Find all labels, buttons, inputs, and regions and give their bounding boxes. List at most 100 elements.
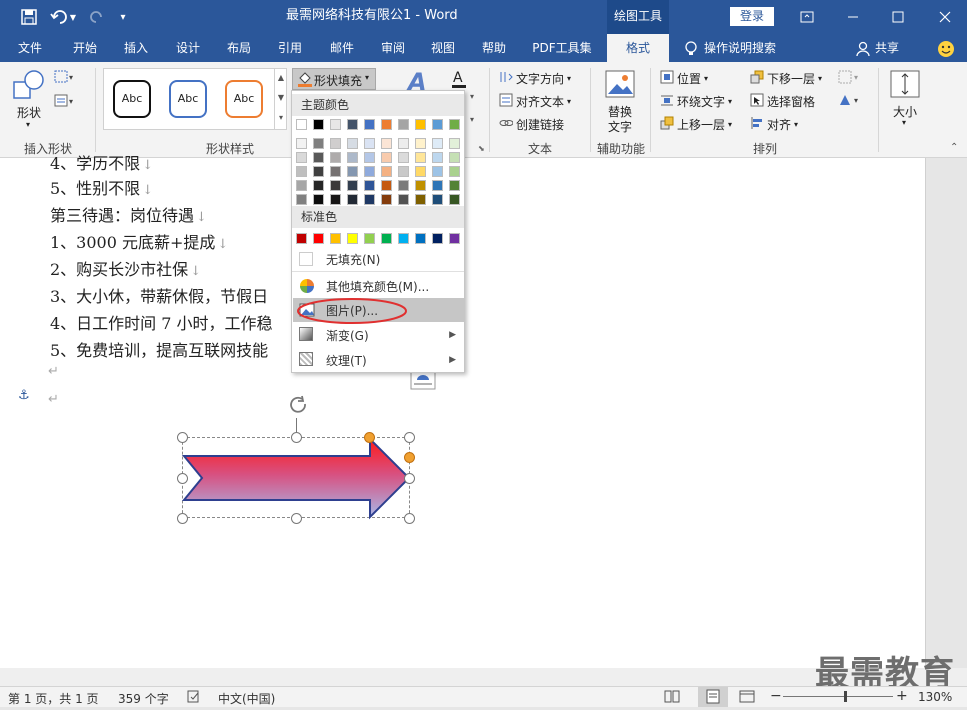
resize-handle-right[interactable] <box>404 473 415 484</box>
read-mode-icon[interactable] <box>664 690 680 706</box>
theme-color-shade-swatch[interactable] <box>296 166 307 177</box>
tab-review[interactable]: 审阅 <box>371 34 415 62</box>
theme-color-shade-swatch[interactable] <box>296 138 307 149</box>
tab-design[interactable]: 设计 <box>166 34 210 62</box>
theme-color-shade-swatch[interactable] <box>415 166 426 177</box>
size-dropdown-icon[interactable]: ▾ <box>902 118 906 127</box>
theme-color-shade-swatch[interactable] <box>364 194 375 205</box>
theme-color-shade-swatch[interactable] <box>449 152 460 163</box>
zoom-in-button[interactable]: + <box>896 688 908 704</box>
theme-color-shade-swatch[interactable] <box>432 152 443 163</box>
resize-handle-bottom[interactable] <box>291 513 302 524</box>
arrow-shape[interactable] <box>180 436 414 522</box>
layout-options-icon[interactable] <box>410 370 436 393</box>
save-icon[interactable] <box>14 0 44 34</box>
theme-color-shade-swatch[interactable] <box>313 166 324 177</box>
resize-handle-top[interactable] <box>291 432 302 443</box>
style-preview-dark[interactable]: Abc <box>113 80 151 118</box>
theme-color-shade-swatch[interactable] <box>313 138 324 149</box>
theme-color-shade-swatch[interactable] <box>381 152 392 163</box>
tab-references[interactable]: 引用 <box>268 34 312 62</box>
zoom-slider-track[interactable] <box>783 696 893 697</box>
smiley-icon[interactable] <box>937 40 955 61</box>
theme-color-shade-swatch[interactable] <box>347 152 358 163</box>
theme-color-shade-swatch[interactable] <box>313 180 324 191</box>
theme-color-shade-swatch[interactable] <box>381 166 392 177</box>
theme-color-shade-swatch[interactable] <box>432 194 443 205</box>
theme-color-shade-swatch[interactable] <box>449 138 460 149</box>
theme-color-swatch[interactable] <box>330 119 341 130</box>
text-box-icon[interactable]: ▾ <box>54 94 76 111</box>
edit-shape-icon[interactable]: ▾ <box>54 70 76 87</box>
theme-color-swatch[interactable] <box>415 119 426 130</box>
theme-color-shade-swatch[interactable] <box>432 166 443 177</box>
standard-color-swatch[interactable] <box>381 233 392 244</box>
theme-color-shade-swatch[interactable] <box>364 166 375 177</box>
web-layout-icon[interactable] <box>739 690 755 706</box>
shapes-label[interactable]: 形状 <box>17 104 41 121</box>
standard-color-swatch[interactable] <box>432 233 443 244</box>
theme-color-shade-swatch[interactable] <box>432 180 443 191</box>
theme-color-swatch[interactable] <box>432 119 443 130</box>
theme-color-shade-swatch[interactable] <box>296 194 307 205</box>
standard-color-swatch[interactable] <box>398 233 409 244</box>
theme-color-shade-swatch[interactable] <box>381 180 392 191</box>
standard-color-swatch[interactable] <box>415 233 426 244</box>
theme-color-shade-swatch[interactable] <box>347 138 358 149</box>
standard-color-swatch[interactable] <box>347 233 358 244</box>
rotate-objects-icon[interactable]: ▾ <box>838 93 862 110</box>
theme-color-shade-swatch[interactable] <box>313 194 324 205</box>
word-count[interactable]: 359 个字 <box>118 690 169 707</box>
zoom-slider-thumb[interactable] <box>844 691 847 702</box>
zoom-out-button[interactable]: − <box>770 688 782 704</box>
theme-color-swatch[interactable] <box>364 119 375 130</box>
gallery-scroll-icon[interactable]: ▲ ▼ ▾ <box>274 68 287 130</box>
theme-color-shade-swatch[interactable] <box>313 152 324 163</box>
resize-handle-top-right[interactable] <box>404 432 415 443</box>
format-dialog-launcher-icon[interactable]: ⬊ <box>478 144 485 153</box>
shape-fill-button[interactable]: 形状填充 ▾ <box>292 68 376 90</box>
theme-color-shade-swatch[interactable] <box>347 166 358 177</box>
theme-color-shade-swatch[interactable] <box>330 138 341 149</box>
theme-color-shade-swatch[interactable] <box>330 180 341 191</box>
text-outline-dropdown-icon[interactable]: ▾ <box>470 92 474 101</box>
theme-color-shade-swatch[interactable] <box>449 194 460 205</box>
no-fill-item[interactable]: 无填充(N) <box>293 247 464 271</box>
gradient-fill-item[interactable]: 渐变(G) ▶ <box>293 323 464 347</box>
rotation-handle-icon[interactable] <box>286 395 310 420</box>
style-preview-orange[interactable]: Abc <box>225 80 263 118</box>
resize-handle-left[interactable] <box>177 473 188 484</box>
tab-help[interactable]: 帮助 <box>472 34 516 62</box>
login-button[interactable]: 登录 <box>730 7 774 26</box>
theme-color-shade-swatch[interactable] <box>449 166 460 177</box>
alt-text-label-2[interactable]: 文字 <box>608 118 632 135</box>
theme-color-shade-swatch[interactable] <box>449 180 460 191</box>
position-button[interactable]: 位置 ▾ <box>660 70 708 87</box>
theme-color-shade-swatch[interactable] <box>432 138 443 149</box>
zoom-level[interactable]: 130% <box>918 690 952 704</box>
theme-color-shade-swatch[interactable] <box>415 138 426 149</box>
theme-color-shade-swatch[interactable] <box>398 180 409 191</box>
theme-color-shade-swatch[interactable] <box>381 194 392 205</box>
shapes-gallery-icon[interactable] <box>12 68 46 105</box>
print-layout-icon[interactable] <box>698 687 728 707</box>
standard-color-swatch[interactable] <box>364 233 375 244</box>
theme-color-shade-swatch[interactable] <box>364 180 375 191</box>
align-button[interactable]: 对齐 ▾ <box>750 116 798 133</box>
tab-home[interactable]: 开始 <box>63 34 107 62</box>
standard-color-swatch[interactable] <box>296 233 307 244</box>
tab-mailings[interactable]: 邮件 <box>320 34 364 62</box>
standard-color-swatch[interactable] <box>449 233 460 244</box>
theme-color-shade-swatch[interactable] <box>398 194 409 205</box>
adjust-handle-shaft[interactable] <box>404 452 415 463</box>
page-count[interactable]: 第 1 页，共 1 页 <box>8 690 99 707</box>
minimize-icon[interactable] <box>843 0 863 34</box>
selection-pane-button[interactable]: 选择窗格 <box>750 93 815 110</box>
send-backward-button[interactable]: 下移一层 ▾ <box>750 70 822 87</box>
undo-icon[interactable]: ▼ <box>48 0 78 34</box>
size-icon[interactable] <box>890 70 920 101</box>
tab-view[interactable]: 视图 <box>421 34 465 62</box>
maximize-icon[interactable] <box>888 0 908 34</box>
tell-me-search[interactable]: 操作说明搜索 <box>704 34 794 62</box>
wrap-text-button[interactable]: 环绕文字 ▾ <box>660 93 732 110</box>
